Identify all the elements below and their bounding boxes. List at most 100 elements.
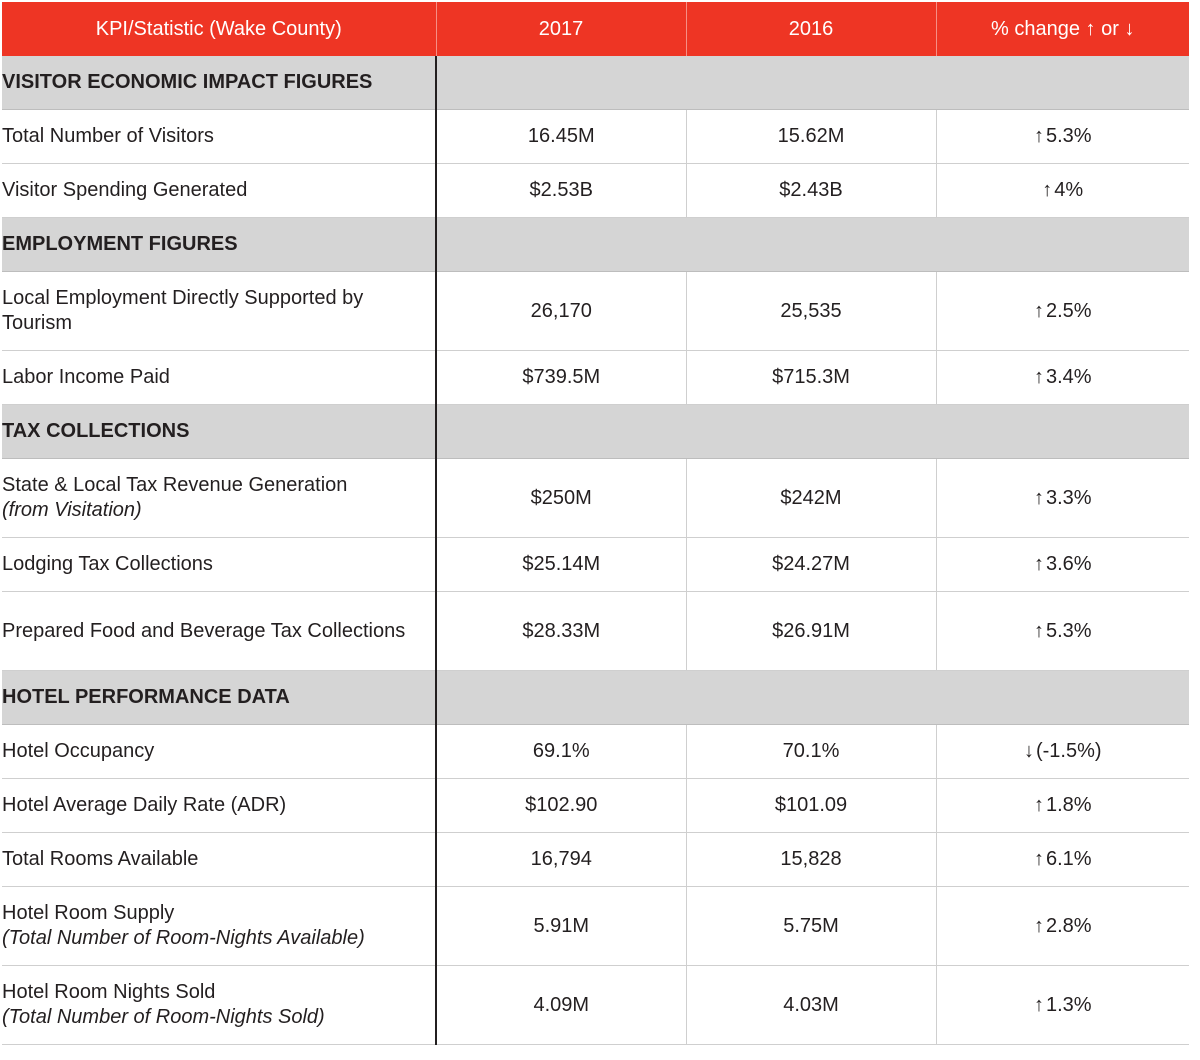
value-2017: 4.09M — [436, 965, 687, 1045]
header-change: % change ↑ or ↓ — [935, 2, 1189, 56]
section-fill — [436, 670, 1189, 725]
kpi-label-cell: Visitor Spending Generated — [2, 163, 437, 218]
value-2016: 25,535 — [686, 271, 937, 351]
arrow-up-icon: ↑ — [1033, 299, 1044, 322]
kpi-label: Hotel Room Nights Sold — [2, 981, 216, 1003]
table-header: KPI/Statistic (Wake County) 2017 2016 % … — [2, 2, 1189, 56]
percent-change-value: 5.3% — [1045, 619, 1092, 642]
kpi-sublabel: (Total Number of Room-Nights Available) — [2, 927, 365, 949]
table-body: VISITOR ECONOMIC IMPACT FIGURES Total Num… — [2, 56, 1189, 1045]
section-title: EMPLOYMENT FIGURES — [2, 217, 437, 272]
kpi-label: Total Number of Visitors — [2, 125, 214, 147]
table-row: Labor Income Paid $739.5M $715.3M ↑ 3.4% — [2, 350, 1189, 405]
table-row: Total Number of Visitors 16.45M 15.62M ↑ 5.3… — [2, 109, 1189, 164]
percent-change: ↑ 3.6% — [936, 537, 1189, 592]
percent-change-value: (-1.5%) — [1035, 740, 1102, 762]
section-header-row: HOTEL PERFORMANCE DATA — [2, 670, 1189, 725]
kpi-label-cell: Total Rooms Available — [2, 832, 437, 887]
value-2017: $250M — [436, 458, 687, 538]
kpi-label: Total Rooms Available — [2, 848, 199, 870]
arrow-down-icon: ↓ — [1023, 740, 1034, 762]
section-title: VISITOR ECONOMIC IMPACT FIGURES — [2, 56, 437, 110]
percent-change-value: 1.3% — [1045, 993, 1092, 1016]
kpi-label-cell: Local Employment Directly Supported by T… — [2, 271, 437, 351]
value-2017: 69.1% — [436, 724, 687, 779]
table-row: Prepared Food and Beverage Tax Collectio… — [2, 591, 1189, 671]
percent-change: ↑ 4% — [936, 163, 1189, 218]
arrow-up-icon: ↑ — [1033, 366, 1044, 388]
percent-change-value: 5.3% — [1045, 125, 1092, 147]
value-2016: 70.1% — [686, 724, 937, 779]
percent-change-value: 2.8% — [1045, 914, 1092, 937]
value-2016: $26.91M — [686, 591, 937, 671]
kpi-label-cell: Hotel Room Nights Sold (Total Number of R… — [2, 965, 437, 1045]
value-2017: 16.45M — [436, 109, 687, 164]
kpi-label-cell: Lodging Tax Collections — [2, 537, 437, 592]
value-2016: $24.27M — [686, 537, 937, 592]
section-fill — [436, 56, 1189, 110]
percent-change: ↑ 5.3% — [936, 109, 1189, 164]
value-2016: 5.75M — [686, 886, 937, 966]
percent-change-value: 3.3% — [1045, 486, 1092, 509]
section-fill — [436, 404, 1189, 459]
value-2017: $28.33M — [436, 591, 687, 671]
section-header-row: EMPLOYMENT FIGURES — [2, 217, 1189, 272]
kpi-label-cell: Total Number of Visitors — [2, 109, 437, 164]
arrow-up-icon: ↑ — [1033, 619, 1044, 642]
kpi-label-cell: Prepared Food and Beverage Tax Collectio… — [2, 591, 437, 671]
value-2017: 5.91M — [436, 886, 687, 966]
kpi-label: Local Employment Directly Supported by T… — [2, 287, 364, 334]
percent-change-value: 1.8% — [1045, 794, 1092, 816]
table-row: Visitor Spending Generated $2.53B $2.43B ↑ 4… — [2, 163, 1189, 218]
kpi-label: Visitor Spending Generated — [2, 179, 248, 201]
percent-change: ↑ 1.3% — [936, 965, 1189, 1045]
header-2017: 2017 — [435, 2, 686, 56]
kpi-label-cell: Hotel Occupancy — [2, 724, 437, 779]
percent-change-value: 4% — [1054, 179, 1084, 201]
kpi-label-cell: Labor Income Paid — [2, 350, 437, 405]
value-2017: $102.90 — [436, 778, 687, 833]
section-header-row: VISITOR ECONOMIC IMPACT FIGURES — [2, 56, 1189, 110]
percent-change-value: 3.6% — [1045, 553, 1092, 575]
table-row: Hotel Occupancy 69.1% 70.1% ↓ (-1.5%) — [2, 724, 1189, 779]
kpi-label: Lodging Tax Collections — [2, 553, 213, 575]
value-2017: 16,794 — [436, 832, 687, 887]
kpi-label: State & Local Tax Revenue Generation — [2, 474, 348, 496]
section-title: HOTEL PERFORMANCE DATA — [2, 670, 437, 725]
kpi-label-cell: Hotel Average Daily Rate (ADR) — [2, 778, 437, 833]
arrow-up-icon: ↑ — [1033, 914, 1044, 937]
arrow-up-icon: ↑ — [1033, 794, 1044, 816]
percent-change: ↑ 5.3% — [936, 591, 1189, 671]
kpi-label: Prepared Food and Beverage Tax Collectio… — [2, 619, 406, 642]
kpi-table: KPI/Statistic (Wake County) 2017 2016 % … — [2, 2, 1189, 1045]
arrow-up-icon: ↑ — [1033, 125, 1044, 147]
table-row: Hotel Room Supply (Total Number of Room-N… — [2, 886, 1189, 966]
table-row: Hotel Room Nights Sold (Total Number of R… — [2, 965, 1189, 1045]
percent-change-value: 2.5% — [1045, 299, 1092, 322]
kpi-label: Labor Income Paid — [2, 366, 170, 388]
percent-change: ↑ 2.5% — [936, 271, 1189, 351]
percent-change: ↑ 1.8% — [936, 778, 1189, 833]
percent-change-value: 6.1% — [1045, 848, 1092, 870]
value-2016: $715.3M — [686, 350, 937, 405]
table-row: Hotel Average Daily Rate (ADR) $102.90 $10… — [2, 778, 1189, 833]
value-2017: $2.53B — [436, 163, 687, 218]
arrow-up-icon: ↑ — [1033, 848, 1044, 870]
percent-change-value: 3.4% — [1045, 366, 1092, 388]
percent-change: ↑ 6.1% — [936, 832, 1189, 887]
value-2016: $242M — [686, 458, 937, 538]
arrow-up-icon: ↑ — [1033, 553, 1044, 575]
section-fill — [436, 217, 1189, 272]
percent-change: ↑ 3.4% — [936, 350, 1189, 405]
value-2017: $25.14M — [436, 537, 687, 592]
kpi-label-cell: State & Local Tax Revenue Generation (fro… — [2, 458, 437, 538]
section-title: TAX COLLECTIONS — [2, 404, 437, 459]
kpi-sublabel: (from Visitation) — [2, 499, 142, 521]
value-2016: 15.62M — [686, 109, 937, 164]
value-2016: $101.09 — [686, 778, 937, 833]
value-2016: 15,828 — [686, 832, 937, 887]
percent-change: ↓ (-1.5%) — [936, 724, 1189, 779]
arrow-up-icon: ↑ — [1042, 179, 1053, 201]
kpi-label: Hotel Room Supply — [2, 902, 175, 924]
kpi-sublabel: (Total Number of Room-Nights Sold) — [2, 1006, 325, 1028]
